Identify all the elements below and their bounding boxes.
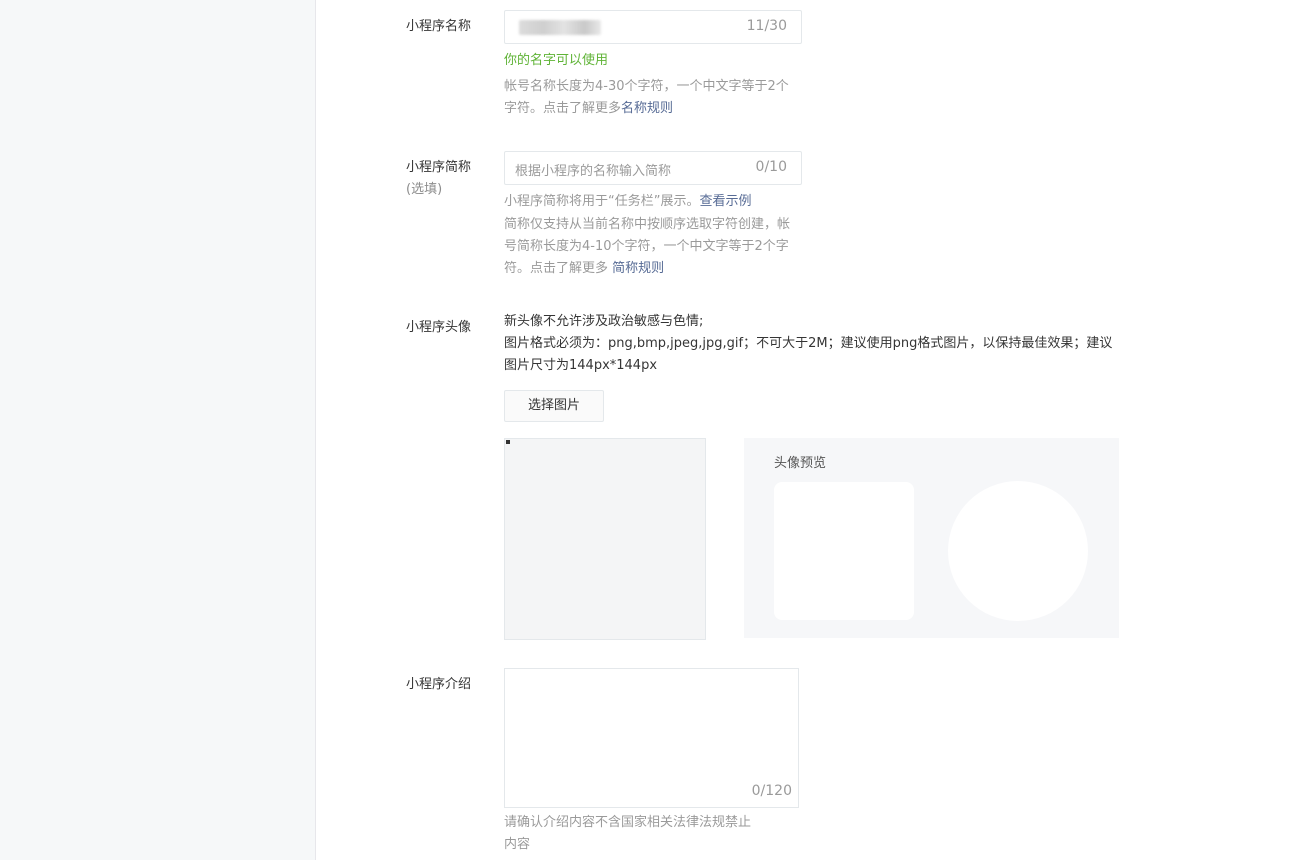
short-name-optional: (选填): [406, 182, 443, 197]
avatar-preview-square: [774, 482, 914, 620]
name-input-value-redacted: [519, 20, 601, 35]
name-status: 你的名字可以使用: [504, 53, 609, 68]
short-name-label-text: 小程序简称: [406, 160, 472, 175]
intro-textarea[interactable]: 0/120: [504, 668, 799, 808]
short-name-input[interactable]: 根据小程序的名称输入简称 0/10: [504, 151, 802, 185]
name-rules-link[interactable]: 名称规则: [621, 101, 673, 116]
intro-label: 小程序介绍: [406, 677, 472, 692]
short-name-char-count: 0/10: [755, 159, 787, 175]
avatar-label: 小程序头像: [406, 320, 472, 335]
main-form: 小程序名称 11/30 你的名字可以使用 帐号名称长度为4-30个字符，一个中文…: [316, 0, 1313, 860]
avatar-preview-title: 头像预览: [774, 456, 827, 471]
avatar-preview-circle: [948, 481, 1088, 621]
avatar-desc-line2: 图片格式必须为：png,bmp,jpeg,jpg,gif；不可大于2M；建议使用…: [504, 336, 1113, 373]
name-hint: 帐号名称长度为4-30个字符，一个中文字等于2个字符。点击了解更多名称规则: [504, 76, 800, 120]
avatar-preview: 头像预览: [744, 438, 1119, 638]
name-label: 小程序名称: [406, 19, 472, 34]
select-image-button[interactable]: 选择图片: [504, 390, 604, 422]
name-char-count: 11/30: [746, 18, 787, 34]
view-example-link[interactable]: 查看示例: [699, 194, 751, 209]
crop-handle[interactable]: [506, 440, 510, 444]
avatar-crop-area[interactable]: [504, 438, 706, 640]
left-sidebar: [0, 0, 316, 860]
short-name-hint1: 小程序简称将用于“任务栏”展示。查看示例: [504, 191, 804, 213]
intro-char-count: 0/120: [751, 783, 792, 799]
name-input[interactable]: 11/30: [504, 10, 802, 44]
short-name-label: 小程序简称 (选填): [406, 157, 471, 201]
short-name-hint1-text: 小程序简称将用于“任务栏”展示。: [504, 194, 700, 209]
intro-hint: 请确认介绍内容不含国家相关法律法规禁止内容: [504, 815, 752, 852]
short-name-hint2: 简称仅支持从当前名称中按顺序选取字符创建，帐号简称长度为4-10个字符，一个中文…: [504, 214, 800, 280]
short-name-placeholder: 根据小程序的名称输入简称: [515, 164, 672, 179]
avatar-desc-line1: 新头像不允许涉及政治敏感与色情;: [504, 314, 704, 329]
short-name-rules-link[interactable]: 简称规则: [612, 261, 664, 276]
